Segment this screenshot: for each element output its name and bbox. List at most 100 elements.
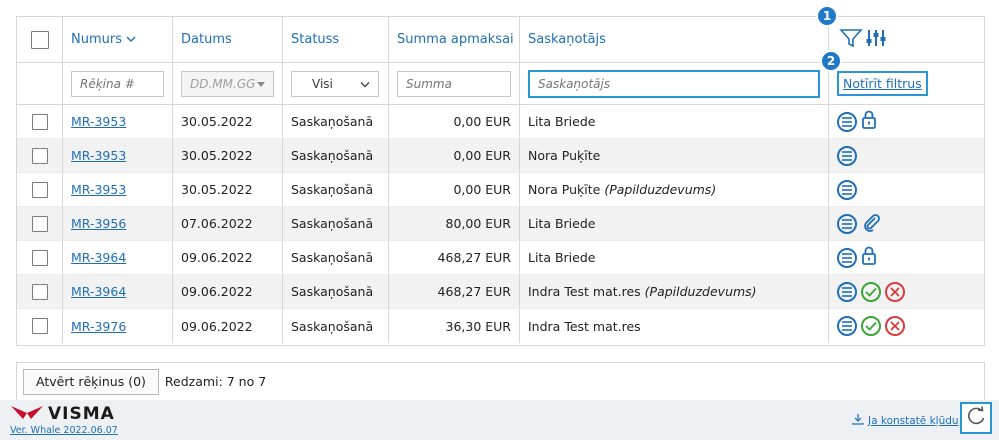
- row-actions-cell: [829, 173, 984, 206]
- invoice-number-link[interactable]: MR-3964: [71, 250, 126, 265]
- table-row[interactable]: MR-3953 30.05.2022 Saskaņošanā 0,00 EUR Nora…: [17, 173, 984, 207]
- approver-name: Indra Test mat.res: [528, 318, 641, 334]
- approver-filter-input[interactable]: [528, 69, 820, 98]
- invoice-number-link[interactable]: MR-3976: [71, 319, 126, 334]
- row-actions-cell: [829, 207, 984, 240]
- visma-swoosh-icon: [10, 403, 44, 425]
- row-status-cell: Saskaņošanā: [283, 309, 389, 343]
- table-row[interactable]: MR-3953 30.05.2022 Saskaņošanā 0,00 EUR Nora…: [17, 139, 984, 173]
- clear-callout-badge: 2: [820, 50, 842, 72]
- list-icon[interactable]: [837, 179, 857, 200]
- row-amount-cell: 0,00 EUR: [389, 105, 520, 138]
- lock-icon: [861, 110, 877, 133]
- row-amount-cell: 0,00 EUR: [389, 173, 520, 206]
- filter-funnel-icon[interactable]: [839, 27, 863, 53]
- approver-name: Nora Puķīte: [528, 148, 601, 163]
- column-status[interactable]: Statuss: [283, 17, 389, 62]
- approver-name: Nora Puķīte: [528, 182, 601, 197]
- report-error-link[interactable]: Ja konstatē kļūdu: [852, 413, 959, 428]
- invoice-number-link[interactable]: MR-3956: [71, 216, 126, 231]
- date-filter-placeholder: DD.MM.GG: [190, 76, 256, 91]
- select-all-cell: [17, 17, 63, 62]
- select-all-checkbox[interactable]: [30, 30, 49, 49]
- invoice-number-link[interactable]: MR-3964: [71, 284, 126, 299]
- row-checkbox[interactable]: [31, 147, 48, 164]
- column-number[interactable]: Numurs: [63, 17, 173, 62]
- filter-status-cell: Visi: [283, 63, 389, 104]
- row-approver-cell: Indra Test mat.res: [520, 309, 829, 343]
- refresh-icon: [965, 405, 987, 431]
- row-select-cell: [17, 105, 63, 138]
- download-icon: [852, 413, 864, 428]
- invoice-amount: 468,27 EUR: [437, 284, 511, 299]
- row-checkbox[interactable]: [31, 181, 48, 198]
- number-filter-input[interactable]: [71, 70, 164, 97]
- status-filter-select[interactable]: Visi: [291, 70, 379, 97]
- row-select-cell: [17, 309, 63, 343]
- list-icon[interactable]: [837, 213, 857, 234]
- invoice-status: Saskaņošanā: [291, 148, 374, 163]
- row-number-cell: MR-3964: [63, 241, 173, 274]
- table-row[interactable]: MR-3953 30.05.2022 Saskaņošanā 0,00 EUR Lita…: [17, 105, 984, 139]
- column-amount[interactable]: Summa apmaksai: [389, 17, 520, 62]
- paperclip-icon[interactable]: [861, 212, 881, 235]
- row-status-cell: Saskaņošanā: [283, 173, 389, 206]
- row-checkbox[interactable]: [31, 318, 48, 334]
- row-checkbox[interactable]: [31, 113, 48, 130]
- version-link[interactable]: Ver. Whale 2022.06.07: [10, 425, 118, 436]
- invoice-number-link[interactable]: MR-3953: [71, 148, 126, 163]
- filter-empty-cell: [17, 63, 63, 104]
- invoice-date: 30.05.2022: [181, 182, 253, 197]
- open-invoices-button[interactable]: Atvērt rēķinus (0): [23, 368, 159, 395]
- row-number-cell: MR-3956: [63, 207, 173, 240]
- row-date-cell: 07.06.2022: [173, 207, 283, 240]
- table-row[interactable]: MR-3964 09.06.2022 Saskaņošanā 468,27 EUR Li…: [17, 241, 984, 275]
- date-filter-input[interactable]: DD.MM.GG: [181, 70, 274, 97]
- row-checkbox[interactable]: [31, 215, 48, 232]
- invoice-status: Saskaņošanā: [291, 182, 374, 197]
- approve-icon[interactable]: [861, 316, 881, 336]
- reject-icon[interactable]: [885, 281, 905, 302]
- approve-icon[interactable]: [861, 281, 881, 302]
- column-date[interactable]: Datums: [173, 17, 283, 62]
- invoice-amount: 80,00 EUR: [445, 216, 512, 231]
- filter-number-cell: [63, 63, 173, 104]
- list-icon[interactable]: [837, 111, 857, 132]
- row-select-cell: [17, 139, 63, 172]
- list-icon[interactable]: [837, 145, 857, 166]
- list-icon[interactable]: [837, 281, 857, 302]
- row-action-icons: [837, 179, 857, 200]
- approver-note: (Papilduzdevums): [644, 284, 757, 299]
- row-date-cell: 30.05.2022: [173, 105, 283, 138]
- invoice-date: 30.05.2022: [181, 114, 253, 129]
- reject-icon[interactable]: [885, 316, 905, 336]
- row-checkbox[interactable]: [31, 283, 48, 300]
- row-approver-cell: Indra Test mat.res (Papilduzdevums): [520, 275, 829, 308]
- refresh-button[interactable]: [960, 402, 992, 434]
- list-icon[interactable]: [837, 247, 857, 268]
- filter-date-cell: DD.MM.GG: [173, 63, 283, 104]
- page-footer: VISMA Ver. Whale 2022.06.07 Ja konstatē …: [0, 400, 999, 440]
- column-settings-sliders-icon[interactable]: [865, 27, 887, 53]
- column-approver[interactable]: Saskaņotājs: [520, 17, 829, 62]
- list-icon[interactable]: [837, 316, 857, 336]
- invoice-status: Saskaņošanā: [291, 114, 374, 129]
- row-number-cell: MR-3953: [63, 105, 173, 138]
- column-number-label: Numurs: [71, 32, 122, 47]
- filter-clear-cell: Notīrīt filtrus: [829, 63, 984, 104]
- row-amount-cell: 0,00 EUR: [389, 139, 520, 172]
- invoice-status: Saskaņošanā: [291, 216, 374, 231]
- row-status-cell: Saskaņošanā: [283, 275, 389, 308]
- invoice-number-link[interactable]: MR-3953: [71, 182, 126, 197]
- amount-filter-input[interactable]: [397, 70, 511, 97]
- table-row[interactable]: MR-3956 07.06.2022 Saskaņošanā 80,00 EUR Lit…: [17, 207, 984, 241]
- row-date-cell: 30.05.2022: [173, 139, 283, 172]
- row-number-cell: MR-3953: [63, 173, 173, 206]
- invoice-number-link[interactable]: MR-3953: [71, 114, 126, 129]
- column-amount-label: Summa apmaksai: [397, 32, 514, 47]
- approver-name: Indra Test mat.res: [528, 284, 641, 299]
- table-row[interactable]: MR-3976 09.06.2022 Saskaņošanā 36,30 EUR Ind…: [17, 309, 984, 343]
- table-row[interactable]: MR-3964 09.06.2022 Saskaņošanā 468,27 EUR In…: [17, 275, 984, 309]
- row-checkbox[interactable]: [31, 249, 48, 266]
- clear-filters-link[interactable]: Notīrīt filtrus: [837, 71, 928, 96]
